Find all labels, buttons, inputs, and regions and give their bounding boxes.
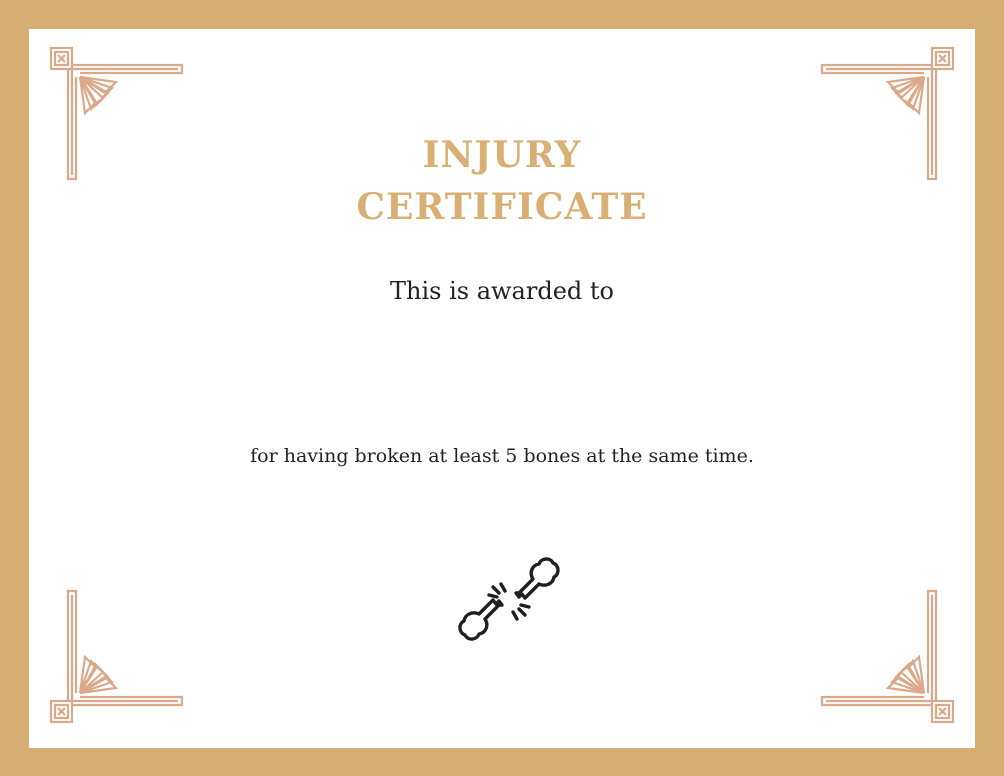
corner-ornament-bottom-right (820, 589, 955, 724)
award-reason-text: for having broken at least 5 bones at th… (250, 445, 754, 467)
title-line-2: CERTIFICATE (356, 186, 648, 228)
certificate-paper: INJURY CERTIFICATE This is awarded to fo… (29, 29, 975, 748)
certificate-title: INJURY CERTIFICATE (29, 129, 975, 233)
corner-ornament-bottom-left (49, 589, 184, 724)
broken-bone-icon (449, 547, 561, 659)
certificate-page: INJURY CERTIFICATE This is awarded to fo… (0, 0, 1004, 776)
awarded-to-text: This is awarded to (390, 277, 614, 305)
title-line-1: INJURY (422, 134, 582, 176)
